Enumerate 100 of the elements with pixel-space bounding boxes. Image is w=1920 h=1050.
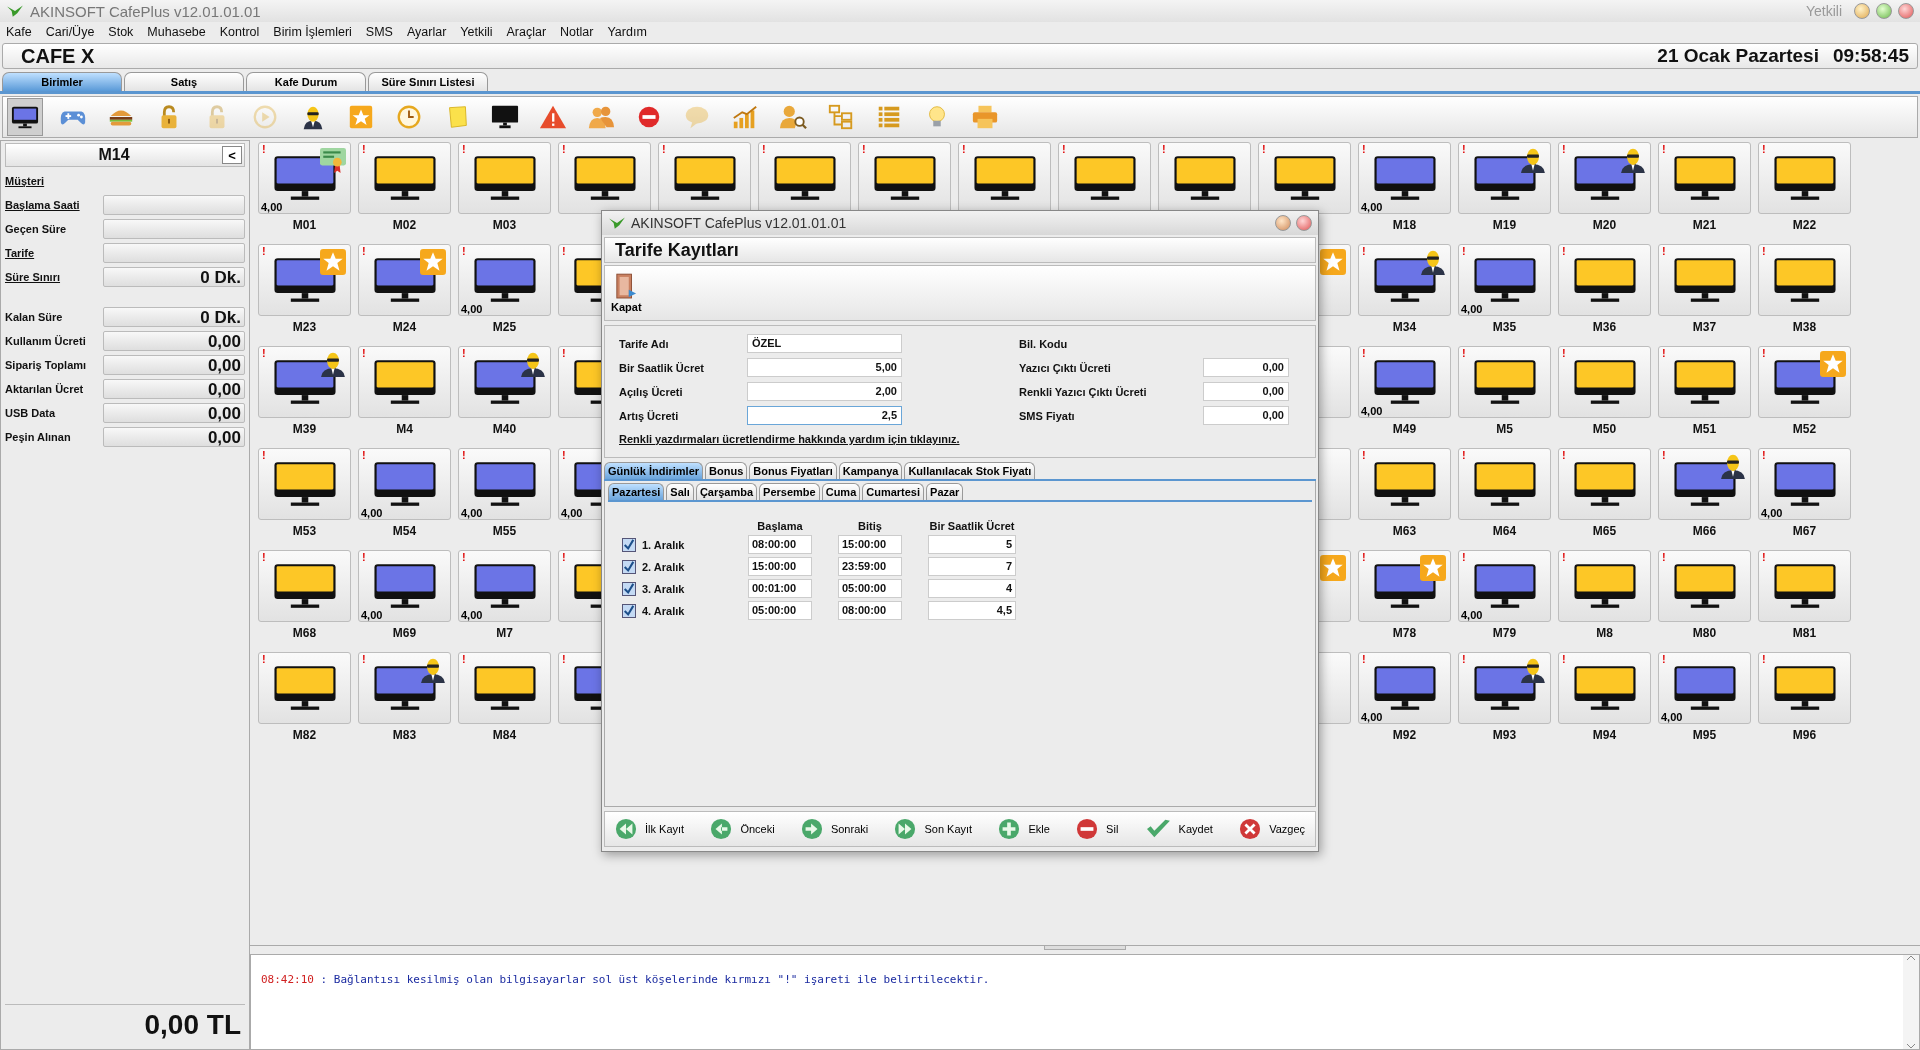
disconnected-mark: !: [1662, 653, 1666, 665]
unit-label: M94: [1592, 728, 1617, 742]
disconnected-mark: !: [462, 245, 466, 257]
disconnected-mark: !: [362, 245, 366, 257]
unit-label: M68: [292, 626, 317, 640]
unit-amount: 4,00: [1361, 201, 1383, 213]
disconnected-mark: !: [262, 449, 266, 461]
disconnected-mark: !: [262, 551, 266, 563]
range-label: 2. Aralık: [642, 560, 685, 573]
unit-amount: 4,00: [1761, 507, 1783, 519]
unit-label: M19: [1492, 218, 1517, 232]
disconnected-mark: !: [562, 143, 566, 155]
disconnected-mark: !: [1562, 449, 1566, 461]
field-value: 0 Dk.: [103, 267, 245, 287]
disconnected-mark: !: [1662, 143, 1666, 155]
unit-label: M81: [1792, 626, 1817, 640]
unit-label: M8: [1596, 626, 1613, 640]
unit-amount: 4,00: [361, 507, 383, 519]
unit-amount: 4,00: [261, 201, 283, 213]
disconnected-mark: !: [562, 245, 566, 257]
disconnected-mark: !: [1562, 347, 1566, 359]
disconnected-mark: !: [1062, 143, 1066, 155]
disconnected-mark: !: [362, 551, 366, 563]
disconnected-mark: !: [1562, 653, 1566, 665]
unit-amount: 4,00: [1461, 303, 1483, 315]
unit-label: M34: [1392, 320, 1417, 334]
unit-label: M25: [492, 320, 517, 334]
unit-label: M36: [1592, 320, 1617, 334]
field-label: Aktarılan Ücret: [5, 383, 85, 395]
disconnected-mark: !: [1662, 347, 1666, 359]
disconnected-mark: !: [1362, 143, 1366, 155]
unit-label: M18: [1392, 218, 1417, 232]
unit-amount: 4,00: [1661, 711, 1683, 723]
unit-label: M5: [1496, 422, 1513, 436]
unit-amount: 4,00: [461, 303, 483, 315]
field-label: Geçen Süre: [5, 223, 68, 235]
disconnected-mark: !: [1762, 551, 1766, 563]
unit-label: M80: [1692, 626, 1717, 640]
unit-label: M69: [392, 626, 417, 640]
disconnected-mark: !: [362, 347, 366, 359]
unit-label: M40: [492, 422, 517, 436]
disconnected-mark: !: [1462, 551, 1466, 563]
field-label: Bil. Kodu: [1019, 337, 1069, 350]
disconnected-mark: !: [762, 143, 766, 155]
unit-amount: 4,00: [1361, 711, 1383, 723]
disconnected-mark: !: [1762, 245, 1766, 257]
unit-amount: 4,00: [561, 507, 583, 519]
unit-label: M92: [1392, 728, 1417, 742]
window-title: AKINSOFT CafePlus v12.01.01.01: [30, 2, 261, 20]
disconnected-mark: !: [362, 449, 366, 461]
field-value: 0,00: [103, 403, 245, 423]
disconnected-mark: !: [1462, 449, 1466, 461]
disconnected-mark: !: [362, 653, 366, 665]
unit-amount: 4,00: [461, 507, 483, 519]
unit-label: M38: [1792, 320, 1817, 334]
field-label: USB Data: [5, 407, 57, 419]
column-header: Bitiş: [857, 520, 883, 532]
disconnected-mark: !: [1762, 143, 1766, 155]
unit-label: M49: [1392, 422, 1417, 436]
dialog-heading: Tarife Kayıtları: [604, 237, 1316, 263]
unit-amount: 4,00: [461, 609, 483, 621]
unit-label: M95: [1692, 728, 1717, 742]
unit-label: M51: [1692, 422, 1717, 436]
disconnected-mark: !: [562, 551, 566, 563]
field-label: Kalan Süre: [5, 311, 64, 323]
unit-amount: 4,00: [361, 609, 383, 621]
unit-label: M63: [1392, 524, 1417, 538]
unit-name: M14: [97, 146, 131, 164]
field-value: 0,00: [103, 427, 245, 447]
field-value: 0,00: [103, 355, 245, 375]
disconnected-mark: !: [562, 449, 566, 461]
field-label: Sipariş Toplamı: [5, 359, 88, 371]
unit-label: M65: [1592, 524, 1617, 538]
disconnected-mark: !: [1362, 449, 1366, 461]
disconnected-mark: !: [262, 653, 266, 665]
unit-label: M02: [392, 218, 417, 232]
disconnected-mark: !: [262, 347, 266, 359]
unit-label: M50: [1592, 422, 1617, 436]
disconnected-mark: !: [1762, 653, 1766, 665]
range-label: 1. Aralık: [642, 538, 685, 551]
range-label: 4. Aralık: [642, 604, 685, 617]
unit-label: M37: [1692, 320, 1717, 334]
unit-label: M03: [492, 218, 517, 232]
field-label: Peşin Alınan: [5, 431, 72, 443]
disconnected-mark: !: [1262, 143, 1266, 155]
disconnected-mark: !: [1562, 143, 1566, 155]
disconnected-mark: !: [1362, 653, 1366, 665]
unit-label: M7: [496, 626, 513, 640]
unit-label: M4: [396, 422, 413, 436]
disconnected-mark: !: [1662, 551, 1666, 563]
unit-label: M54: [392, 524, 417, 538]
disconnected-mark: !: [562, 653, 566, 665]
unit-label: M23: [292, 320, 317, 334]
cafe-name: CAFE X: [21, 44, 95, 68]
disconnected-mark: !: [562, 347, 566, 359]
unit-label: M39: [292, 422, 317, 436]
unit-amount: 4,00: [1361, 405, 1383, 417]
unit-label: M53: [292, 524, 317, 538]
disconnected-mark: !: [262, 143, 266, 155]
disconnected-mark: !: [462, 449, 466, 461]
